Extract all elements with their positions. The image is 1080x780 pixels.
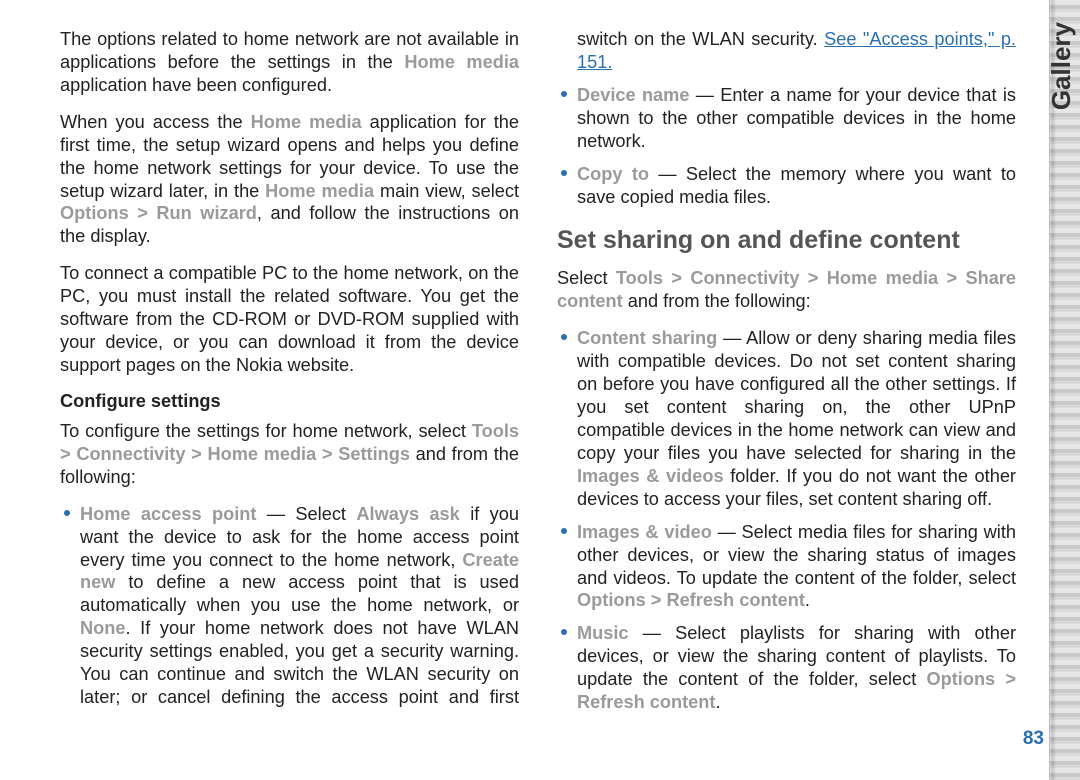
text-columns: The options related to home network are … bbox=[60, 28, 1016, 752]
page-number: 83 bbox=[1023, 728, 1044, 750]
list-item: Images & video — Select media files for … bbox=[577, 521, 1016, 613]
paragraph: To connect a compatible PC to the home n… bbox=[60, 262, 519, 377]
list-item: Content sharing — Allow or deny sharing … bbox=[577, 327, 1016, 510]
manual-page: The options related to home network are … bbox=[0, 0, 1016, 780]
list-item: Copy to — Select the memory where you wa… bbox=[577, 163, 1016, 209]
paragraph: To configure the settings for home netwo… bbox=[60, 420, 519, 489]
book-pages-edge bbox=[1049, 0, 1080, 780]
page-edge: Gallery 83 bbox=[1020, 0, 1080, 780]
section-tab-label: Gallery bbox=[1046, 22, 1077, 110]
subheading-configure-settings: Configure settings bbox=[60, 391, 519, 412]
paragraph: The options related to home network are … bbox=[60, 28, 519, 97]
paragraph: When you access the Home media applicati… bbox=[60, 111, 519, 249]
list-item: Music — Select playlists for sharing wit… bbox=[577, 622, 1016, 714]
heading-set-sharing: Set sharing on and define content bbox=[557, 226, 1016, 255]
paragraph: Select Tools > Connectivity > Home media… bbox=[557, 267, 1016, 313]
bullet-list: Content sharing — Allow or deny sharing … bbox=[557, 327, 1016, 714]
list-item: Device name — Enter a name for your devi… bbox=[577, 84, 1016, 153]
